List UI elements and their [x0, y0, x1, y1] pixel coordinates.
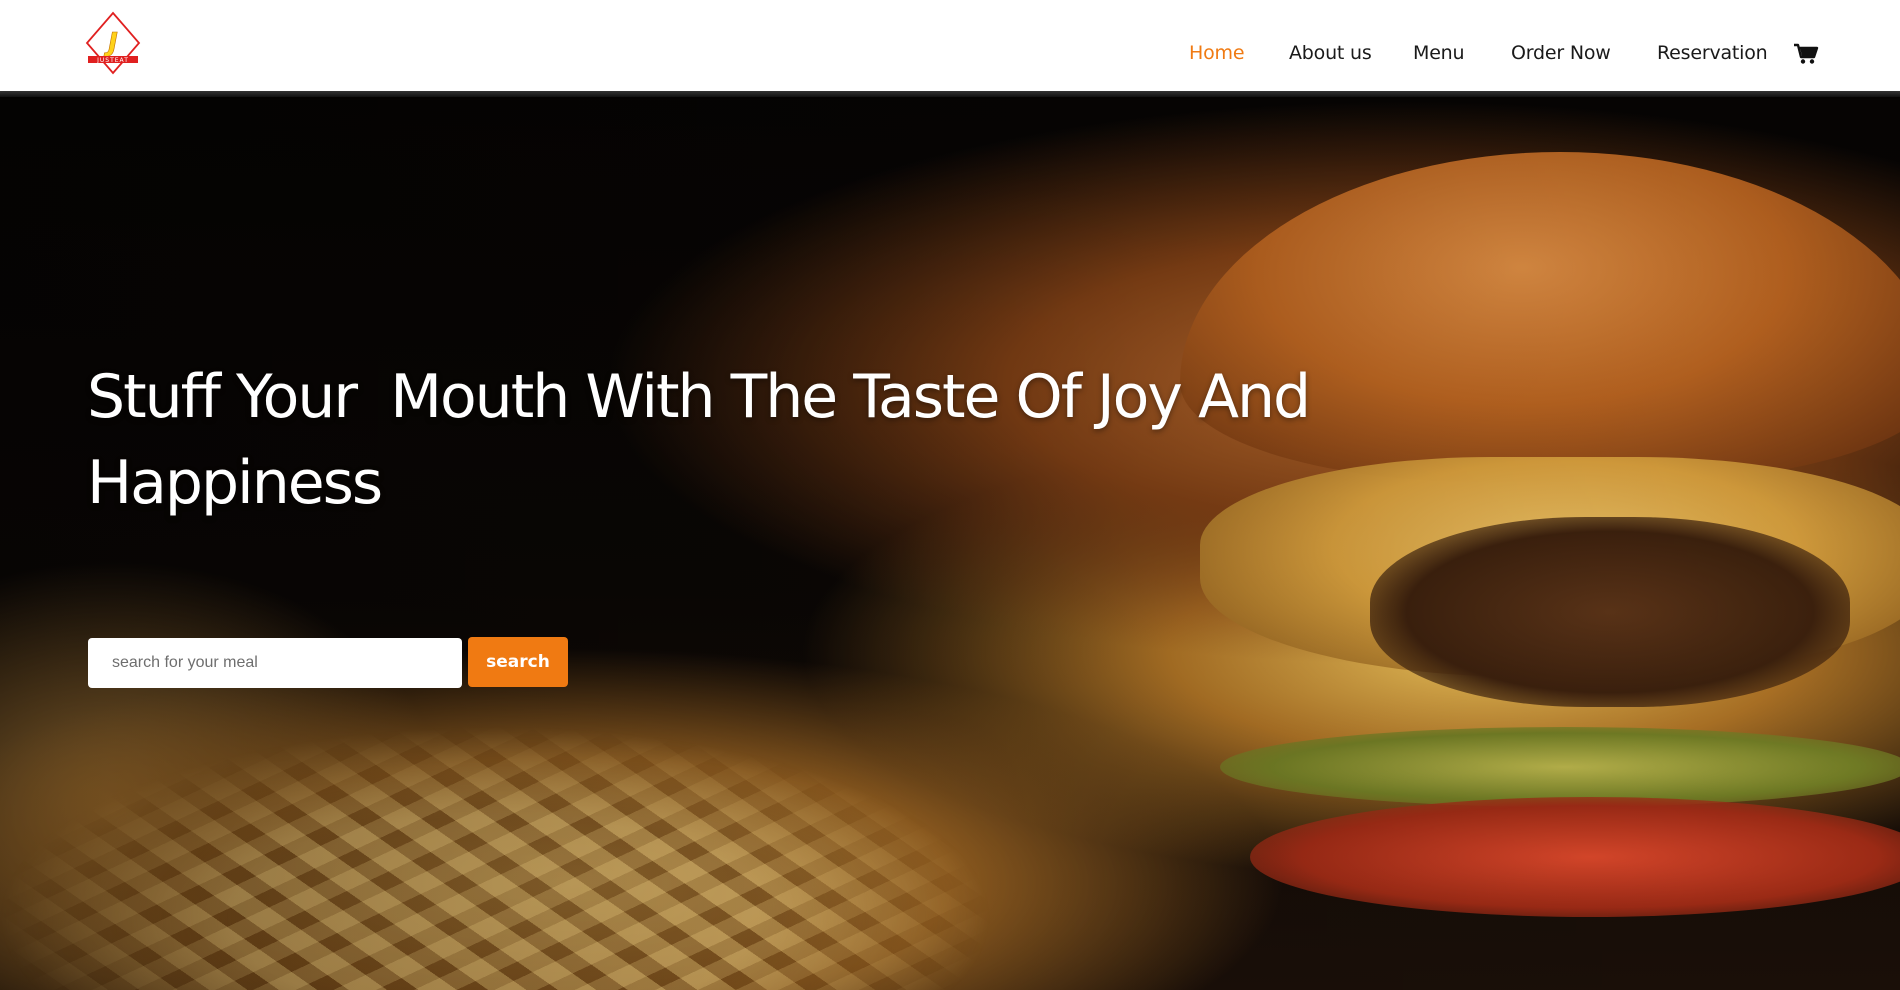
hero-headline: Stuff Your Mouth With The Taste Of Joy A…	[87, 362, 1327, 518]
cart-button[interactable]	[1793, 43, 1819, 65]
cart-icon	[1794, 43, 1819, 64]
nav-order-now[interactable]: Order Now	[1511, 42, 1611, 64]
nav-reservation[interactable]: Reservation	[1657, 42, 1768, 64]
nav-home[interactable]: Home	[1189, 42, 1245, 64]
hero-banner	[0, 97, 1900, 990]
nav-menu[interactable]: Menu	[1413, 42, 1465, 64]
site-header: J JUSTEAT Home About us Menu Order Now R…	[0, 0, 1900, 91]
meal-search-input[interactable]	[88, 638, 462, 688]
header-divider	[0, 91, 1900, 97]
search-button[interactable]: search	[468, 637, 568, 687]
main-nav: Home About us Menu Order Now Reservation	[0, 42, 1900, 72]
hero-overlay	[0, 97, 1900, 990]
nav-about-us[interactable]: About us	[1289, 42, 1372, 64]
